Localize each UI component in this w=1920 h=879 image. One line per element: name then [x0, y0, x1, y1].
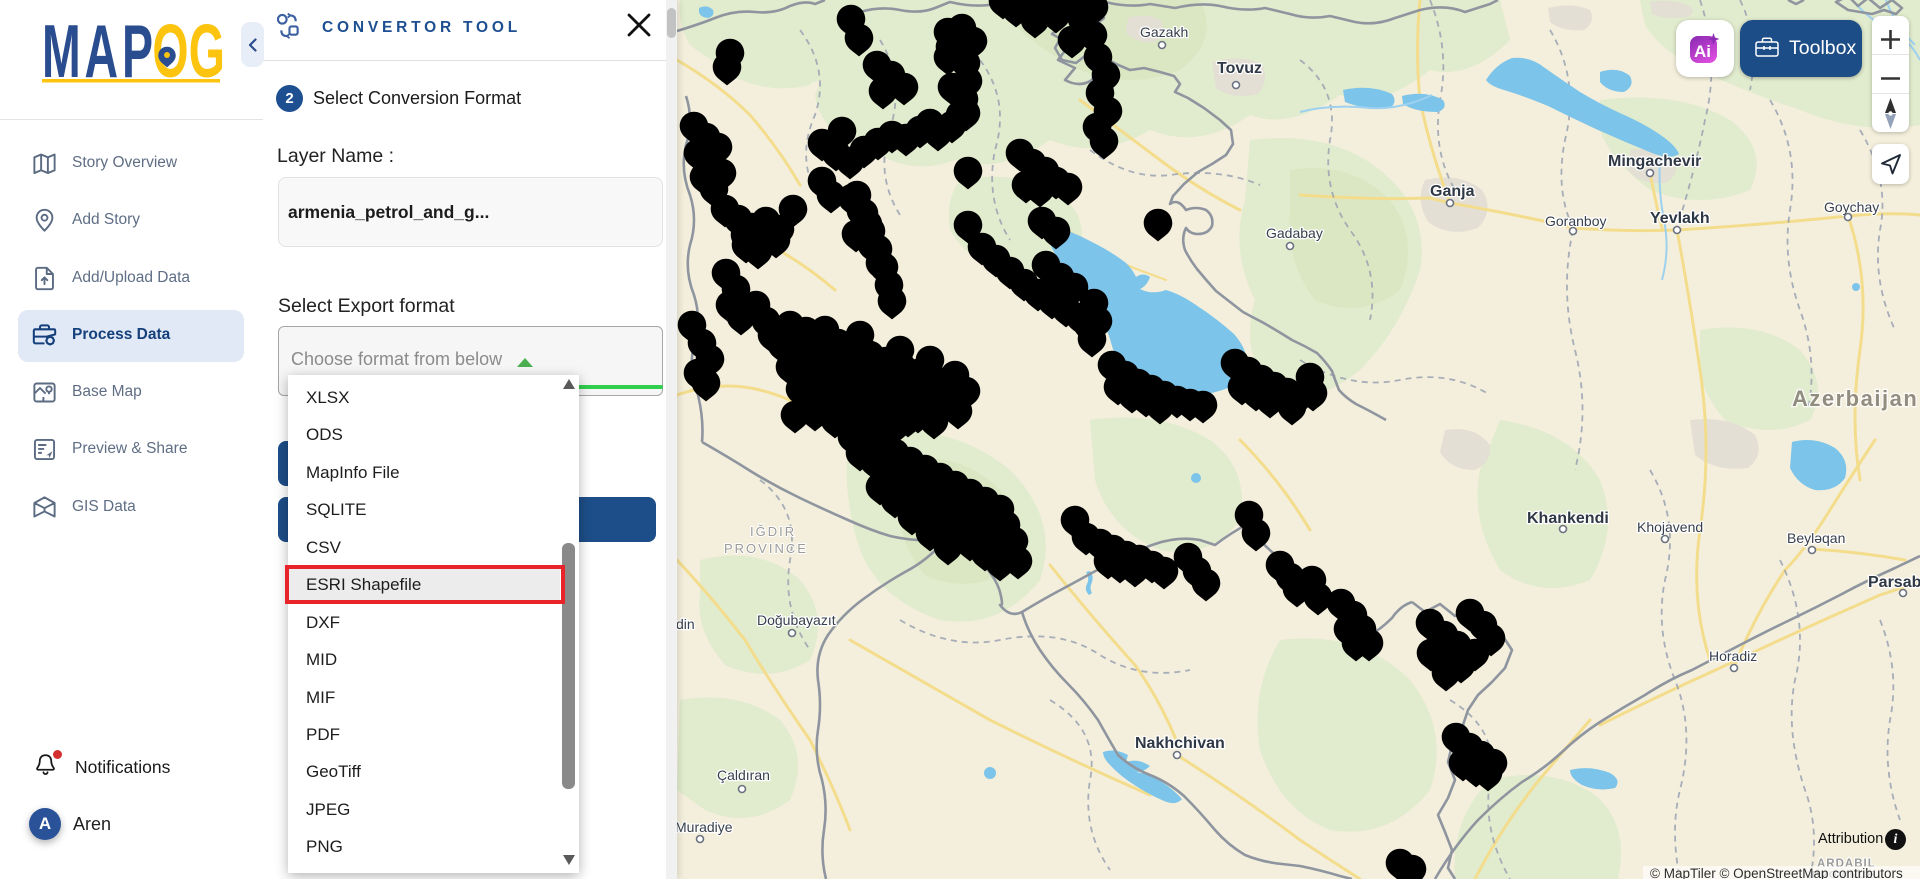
svg-text:Ganja: Ganja: [1430, 183, 1475, 200]
svg-text:Çaldıran: Çaldıran: [717, 767, 770, 783]
svg-text:Horadiz: Horadiz: [1709, 648, 1757, 664]
svg-text:Gazakh: Gazakh: [1140, 24, 1188, 40]
svg-text:Khankendi: Khankendi: [1527, 510, 1609, 527]
svg-text:MAP: MAP: [42, 20, 152, 84]
svg-text:Yevlakh: Yevlakh: [1650, 210, 1710, 227]
svg-text:Gadabay: Gadabay: [1266, 225, 1323, 241]
svg-text:Muradiye: Muradiye: [677, 819, 733, 835]
svg-text:Doğubayazıt: Doğubayazıt: [757, 612, 836, 628]
svg-text:Nakhchivan: Nakhchivan: [1135, 735, 1225, 752]
svg-text:Khojavend: Khojavend: [1637, 519, 1703, 535]
svg-text:Parsaba: Parsaba: [1868, 574, 1920, 591]
svg-text:Goychay: Goychay: [1824, 199, 1879, 215]
svg-text:Beyləqan: Beyləqan: [1787, 530, 1845, 546]
svg-text:Mingachevir: Mingachevir: [1608, 153, 1701, 170]
svg-text:Tovuz: Tovuz: [1217, 60, 1262, 77]
svg-text:Ai: Ai: [1694, 42, 1711, 61]
svg-text:IĞDIR: IĞDIR: [750, 524, 796, 539]
svg-text:PROVINCE: PROVINCE: [724, 541, 808, 556]
svg-text:Goranboy: Goranboy: [1545, 213, 1606, 229]
svg-text:din: din: [677, 616, 695, 632]
svg-text:Azerbaijan: Azerbaijan: [1792, 386, 1918, 411]
